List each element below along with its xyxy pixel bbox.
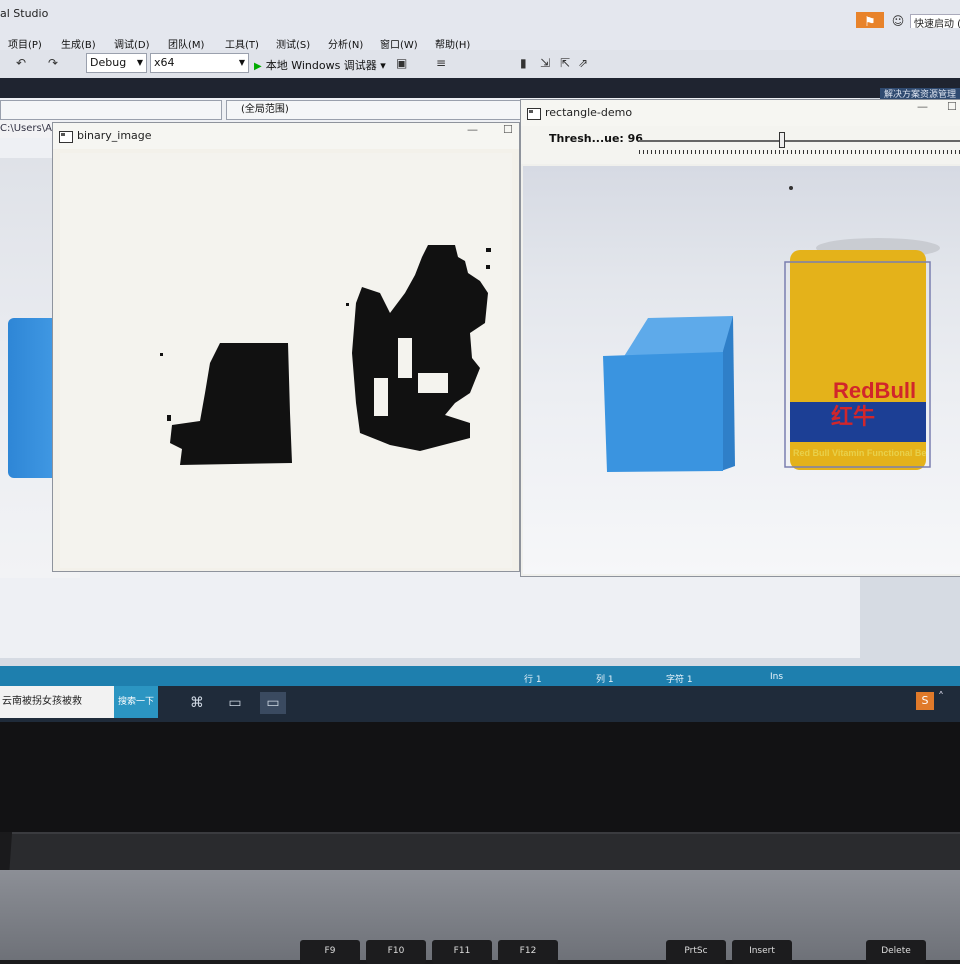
rect-window-title: rectangle-demo: [545, 106, 633, 119]
menu-test[interactable]: 测试(S): [276, 36, 310, 51]
maximize-icon[interactable]: ☐: [947, 100, 957, 113]
tool-window-strip: [0, 78, 960, 98]
file-path-tab[interactable]: C:\Users\A: [0, 120, 60, 138]
camera-image: RedBull 红牛 Red Bull Vitamin Functional B…: [523, 166, 960, 574]
binary-speck: [346, 303, 349, 306]
vs-title-bar: al Studio ⚑ ☺ 快速启动 (: [0, 0, 960, 36]
menu-project[interactable]: 项目(P): [8, 36, 42, 51]
window-icon: [59, 131, 73, 143]
binary-hole: [374, 378, 388, 416]
menu-bar: 项目(P) 生成(B) 调试(D) 团队(M) 工具(T) 测试(S) 分析(N…: [0, 28, 960, 51]
run-label: 本地 Windows 调试器: [265, 59, 377, 72]
binary-speck: [160, 353, 163, 356]
key-delete[interactable]: Delete: [866, 940, 926, 964]
camera-image-svg: RedBull 红牛 Red Bull Vitamin Functional B…: [603, 186, 940, 472]
threshold-trackbar-row: Thresh...ue: 96: [521, 126, 960, 164]
binary-image-canvas: [60, 153, 512, 568]
binary-blob-can: [352, 245, 488, 451]
binary-speck: [167, 415, 171, 421]
chevron-down-icon: ▼: [136, 58, 143, 67]
taskbar-search-input[interactable]: 云南被拐女孩被救: [0, 686, 114, 718]
key-f11[interactable]: F11: [432, 940, 492, 964]
bookmark-prev-icon[interactable]: ⇱: [560, 56, 570, 70]
binary-hole: [398, 338, 412, 378]
can-chinese-text: 红牛: [831, 404, 875, 430]
blue-cube-top: [623, 316, 733, 358]
chevron-down-icon: ▼: [238, 58, 245, 67]
rectangle-demo-window[interactable]: rectangle-demo — ☐ Thresh...ue: 96 RedBu: [520, 99, 960, 577]
platform-value: x64: [154, 56, 175, 69]
threshold-label: Thresh...ue: 96: [549, 132, 643, 145]
key-prtsc[interactable]: PrtSc: [666, 940, 726, 964]
window-title: al Studio: [0, 7, 49, 20]
can-brand-text: RedBull: [833, 378, 916, 403]
can-sub-text: Red Bull Vitamin Functional Be: [793, 448, 926, 458]
opencv-window-icon[interactable]: ▭: [260, 692, 286, 714]
binary-hole: [418, 373, 448, 393]
menu-debug[interactable]: 调试(D): [114, 36, 150, 51]
config-select[interactable]: Debug ▼: [86, 53, 147, 73]
visual-studio-icon[interactable]: ⌘: [184, 692, 210, 714]
status-ins: Ins: [770, 672, 784, 682]
global-scope-select[interactable]: (全局范围): [226, 100, 538, 120]
threshold-track[interactable]: [639, 140, 960, 142]
maximize-icon[interactable]: ☐: [503, 123, 513, 136]
menu-tools[interactable]: 工具(T): [225, 36, 259, 51]
threshold-ticks: [639, 150, 960, 154]
key-f9[interactable]: F9: [300, 940, 360, 964]
bookmark-clear-icon[interactable]: ⇗: [578, 56, 588, 70]
status-col: 列 1: [596, 675, 614, 685]
binary-window-title: binary_image: [77, 129, 152, 142]
menu-build[interactable]: 生成(B): [61, 36, 96, 51]
menu-window[interactable]: 窗口(W): [380, 36, 418, 51]
binary-image-svg: [160, 245, 491, 465]
taskbar: 云南被拐女孩被救 搜索一下 ⌘ ▭ ▭ S ˄: [0, 686, 960, 722]
bookmark-icon[interactable]: ▮: [520, 56, 527, 70]
tray-expand-icon[interactable]: ˄: [938, 690, 944, 704]
minimize-icon[interactable]: —: [467, 123, 478, 136]
binary-blob-cube: [170, 343, 292, 465]
threshold-slider-thumb[interactable]: [779, 132, 785, 148]
undo-icon[interactable]: ↶: [16, 56, 26, 70]
config-value: Debug: [90, 56, 127, 69]
key-f10[interactable]: F10: [366, 940, 426, 964]
status-row: 行 1: [524, 675, 542, 685]
window-icon: [527, 108, 541, 120]
key-insert[interactable]: Insert: [732, 940, 792, 964]
rect-window-titlebar[interactable]: rectangle-demo: [521, 100, 960, 126]
file-scope-select[interactable]: [0, 100, 222, 120]
opencv-window-icon[interactable]: ▭: [222, 692, 248, 714]
binary-speck: [486, 265, 490, 269]
key-f12[interactable]: F12: [498, 940, 558, 964]
taskbar-search-button[interactable]: 搜索一下: [114, 686, 158, 718]
play-icon: ▶: [254, 61, 262, 72]
dust-speck: [789, 186, 793, 190]
toolbar: ↶ ↷ Debug ▼ x64 ▼ ▶ 本地 Windows 调试器 ▾ ▣ ≡ …: [0, 50, 960, 78]
start-debugging-button[interactable]: ▶ 本地 Windows 调试器 ▾: [254, 57, 386, 73]
redo-icon[interactable]: ↷: [48, 56, 58, 70]
binary-image-window[interactable]: binary_image — ☐: [52, 122, 520, 572]
status-char: 字符 1: [666, 675, 693, 685]
breakpoint-icon[interactable]: ▣: [396, 56, 407, 70]
function-key-row: F9 F10 F11 F12 PrtSc Insert Delete: [300, 940, 960, 964]
laptop-bezel: [0, 722, 960, 832]
comment-icon[interactable]: ≡: [436, 56, 446, 70]
binary-window-titlebar[interactable]: binary_image: [53, 123, 519, 149]
platform-select[interactable]: x64 ▼: [150, 53, 249, 73]
minimize-icon[interactable]: —: [917, 100, 928, 113]
laptop-screen: al Studio ⚑ ☺ 快速启动 ( 项目(P) 生成(B) 调试(D) 团…: [0, 0, 960, 722]
status-bar: 行 1 列 1 字符 1 Ins: [0, 666, 960, 686]
menu-help[interactable]: 帮助(H): [435, 36, 470, 51]
bookmark-next-icon[interactable]: ⇲: [540, 56, 550, 70]
menu-analyze[interactable]: 分析(N): [328, 36, 363, 51]
blue-cube-front: [603, 352, 723, 472]
binary-speck: [486, 248, 491, 252]
sogou-ime-icon[interactable]: S: [916, 692, 934, 710]
menu-team[interactable]: 团队(M): [168, 36, 204, 51]
